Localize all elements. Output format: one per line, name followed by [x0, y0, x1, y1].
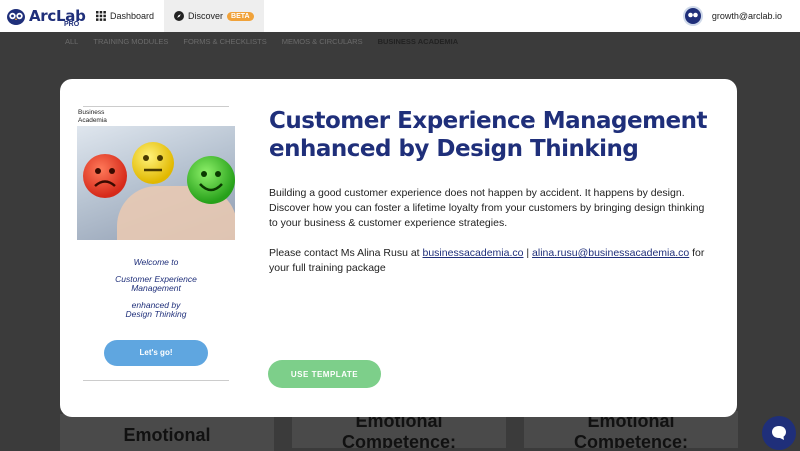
tab-training-modules[interactable]: TRAINING MODULES — [93, 37, 168, 46]
modal-details: Customer Experience Management enhanced … — [269, 107, 709, 276]
compass-icon — [174, 11, 185, 21]
logo-pro-label: PRO — [64, 21, 80, 28]
divider — [83, 379, 229, 381]
template-modal: Business Academia Welcome to Customer Ex… — [60, 79, 737, 417]
modal-preview: Business Academia Welcome to Customer Ex… — [77, 106, 235, 381]
beta-badge: BETA — [227, 11, 254, 21]
chat-bubble-icon — [772, 426, 786, 440]
tab-memos-circulars[interactable]: MEMOS & CIRCULARS — [282, 37, 363, 46]
tab-business-academia[interactable]: BUSINESS ACADEMIA — [378, 37, 459, 46]
template-title: Customer Experience Management enhanced … — [269, 108, 708, 162]
use-template-button[interactable]: USE TEMPLATE — [268, 360, 381, 388]
avatar — [682, 6, 703, 26]
user-menu[interactable]: growth@arclab.io — [682, 0, 782, 32]
nav-dashboard[interactable]: Dashboard — [86, 0, 164, 32]
card-title: Competence: — [341, 432, 457, 448]
contact-info: Please contact Ms Alina Rusu at business… — [269, 247, 705, 274]
card-title: Emotional — [123, 425, 211, 445]
nav-discover[interactable]: Discover BETA — [164, 0, 264, 32]
tab-forms-checklists[interactable]: FORMS & CHECKLISTS — [183, 37, 266, 46]
neutral-face-icon — [132, 142, 174, 184]
user-owl-icon — [684, 8, 701, 24]
nav-discover-label: Discover — [188, 11, 224, 21]
chat-widget-button[interactable] — [762, 416, 796, 450]
sad-face-icon — [83, 154, 127, 198]
category-tabs: ALL TRAINING MODULES FORMS & CHECKLISTS … — [65, 37, 473, 46]
hero-image — [77, 126, 235, 240]
background-card[interactable]: Emotional — [60, 414, 274, 451]
top-bar: ArcLab PRO Dashboard Discover BETA growt… — [0, 0, 800, 32]
business-academia-brand: Business Academia — [78, 109, 107, 124]
owl-logo-icon — [7, 9, 25, 25]
arclab-logo[interactable]: ArcLab PRO — [6, 0, 86, 32]
user-email: growth@arclab.io — [711, 11, 782, 21]
template-description: Building a good customer experience does… — [269, 187, 705, 229]
website-link[interactable]: businessacademia.co — [423, 247, 524, 259]
nav-dashboard-label: Dashboard — [110, 11, 155, 21]
grid-icon — [96, 11, 106, 21]
happy-face-icon — [187, 156, 235, 204]
tab-all[interactable]: ALL — [65, 37, 78, 46]
lets-go-button[interactable]: Let's go! — [104, 339, 208, 366]
welcome-text: Welcome to Customer Experience Managemen… — [115, 257, 197, 319]
email-link[interactable]: alina.rusu@businessacademia.co — [532, 247, 689, 259]
card-title: Competence: — [573, 432, 689, 448]
divider — [83, 106, 229, 107]
